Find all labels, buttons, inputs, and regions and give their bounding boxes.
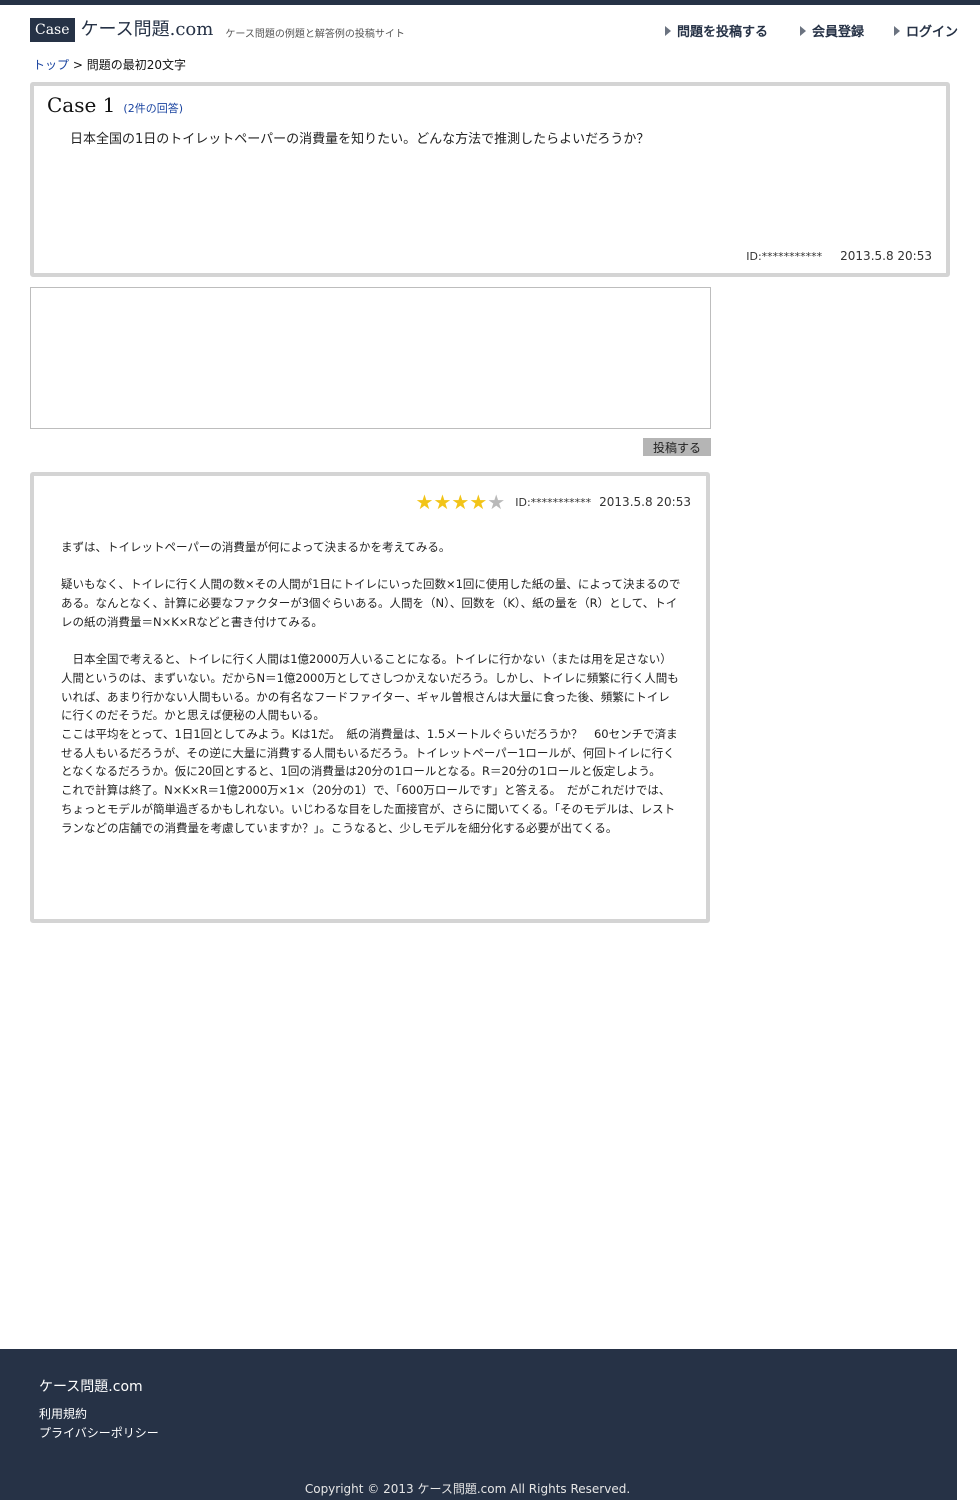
question-datetime: 2013.5.8 20:53 <box>840 249 932 263</box>
nav-register[interactable]: 会員登録 <box>799 21 864 40</box>
breadcrumb-separator: > <box>69 58 87 72</box>
logo-case-badge: Case <box>30 18 75 42</box>
star-icon: ★ <box>451 490 470 514</box>
star-icon: ★ <box>487 490 506 514</box>
nav-post-question-label: 問題を投稿する <box>676 25 768 40</box>
triangle-right-icon <box>893 25 900 36</box>
answer-textarea[interactable] <box>30 287 711 429</box>
answer-card: ★ ★ ★ ★ ★ ID:*********** 2013.5.8 20:53 まずは、… <box>30 472 710 923</box>
breadcrumb-home-link[interactable]: トップ <box>33 58 69 72</box>
answer-paragraph: ここは平均をとって、1日1回としてみよう。Kは1だ。 紙の消費量は、1.5メート… <box>61 727 678 779</box>
breadcrumb-current: 問題の最初20文字 <box>86 58 186 72</box>
footer-brand: ケース問題.com <box>39 1379 143 1395</box>
star-icon: ★ <box>433 490 452 514</box>
footer-copyright: Copyright © 2013 ケース問題.com All Rights Re… <box>304 1482 631 1496</box>
triangle-right-icon <box>664 25 671 36</box>
star-icon: ★ <box>469 490 488 514</box>
top-navigation: 問題を投稿する 会員登録 ログイン <box>633 21 958 40</box>
question-card: Case 1 (2件の回答) 日本全国の1日のトイレットペーパーの消費量を知りた… <box>30 82 950 277</box>
triangle-right-icon <box>799 25 806 36</box>
footer-link-privacy[interactable]: プライバシーポリシー <box>39 1424 159 1441</box>
nav-register-label: 会員登録 <box>811 25 864 40</box>
site-footer: ケース問題.com 利用規約 プライバシーポリシー Copyright © 20… <box>0 1349 957 1500</box>
footer-link-terms[interactable]: 利用規約 <box>39 1405 87 1422</box>
rating-stars: ★ ★ ★ ★ ★ <box>416 492 506 512</box>
question-title: Case 1 <box>47 93 116 117</box>
answer-count-link[interactable]: (2件の回答) <box>123 100 183 116</box>
answer-datetime: 2013.5.8 20:53 <box>599 495 691 509</box>
answer-body: まずは、トイレットペーパーの消費量が何によって決まるかを考えてみる。 疑いもなく… <box>61 538 681 837</box>
question-text: 日本全国の1日のトイレットペーパーの消費量を知りたい。どんな方法で推測したらよい… <box>70 132 650 147</box>
question-header: Case 1 (2件の回答) <box>47 93 183 117</box>
star-icon: ★ <box>415 490 434 514</box>
logo-site-name: ケース問題.com <box>80 19 214 40</box>
site-tagline: ケース問題の例題と解答例の投稿サイト <box>225 28 405 40</box>
nav-login-label: ログイン <box>905 25 958 40</box>
breadcrumb: トップ > 問題の最初20文字 <box>33 56 186 73</box>
answer-paragraph: 疑いもなく、トイレに行く人間の数×その人間が1日にトイレにいった回数×1回に使用… <box>61 577 681 629</box>
answer-meta: ★ ★ ★ ★ ★ ID:*********** 2013.5.8 20:53 <box>416 492 691 512</box>
answer-paragraph: まずは、トイレットペーパーの消費量が何によって決まるかを考えてみる。 <box>61 540 451 554</box>
submit-answer-button[interactable]: 投稿する <box>643 438 711 456</box>
site-logo[interactable]: Case ケース問題.com ケース問題の例題と解答例の投稿サイト <box>30 18 405 42</box>
nav-login[interactable]: ログイン <box>893 21 958 40</box>
question-user-id: ID:*********** <box>746 250 823 263</box>
top-accent-bar <box>0 0 980 5</box>
question-meta: ID:*********** 2013.5.8 20:53 <box>746 249 932 263</box>
answer-paragraph: 日本全国で考えると、トイレに行く人間は1億2000万人いることになる。トイレに行… <box>61 652 679 723</box>
answer-paragraph: これで計算は終了。N×K×R＝1億2000万×1×（20分の1）で、「600万ロ… <box>61 783 676 835</box>
answer-user-id: ID:*********** <box>515 495 592 509</box>
nav-post-question[interactable]: 問題を投稿する <box>664 21 768 40</box>
